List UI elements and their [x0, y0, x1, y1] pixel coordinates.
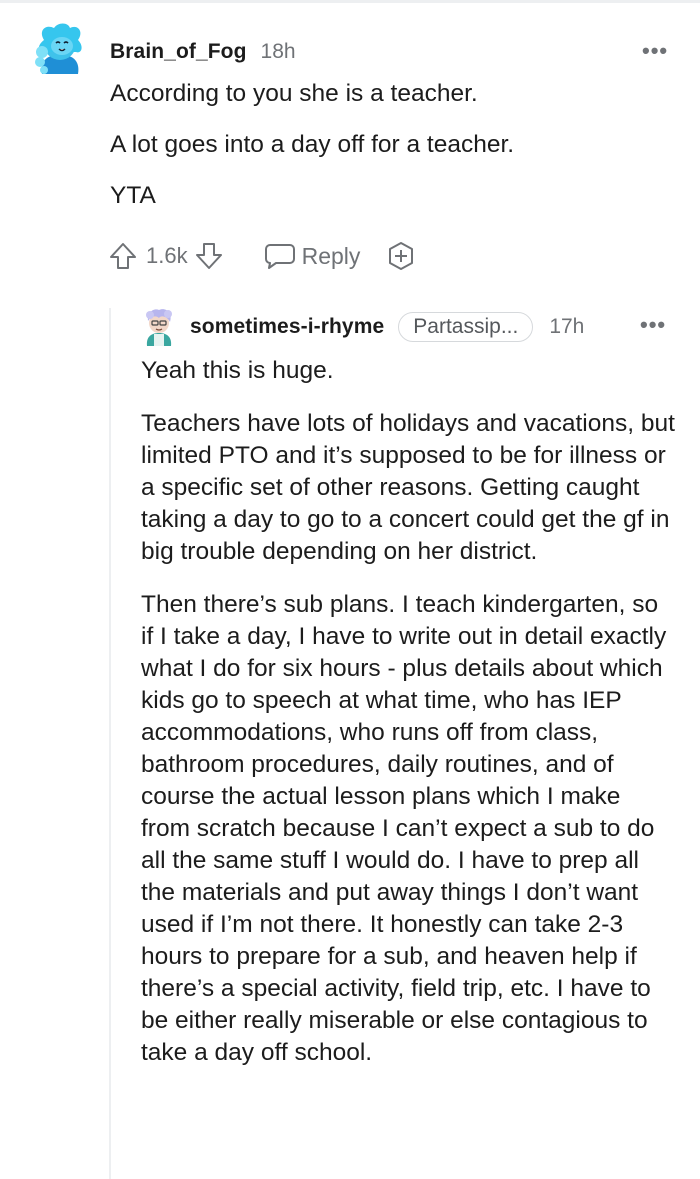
- more-options-icon[interactable]: •••: [642, 40, 668, 62]
- comment-actions: 1.6k Reply: [108, 236, 416, 276]
- username[interactable]: Brain_of_Fog: [110, 40, 247, 64]
- reply-header: sometimes-i-rhyme Partassip... 17h: [190, 312, 584, 342]
- comment-paragraph: According to you she is a teacher.: [110, 80, 478, 107]
- downvote-icon[interactable]: [194, 241, 224, 271]
- more-options-icon[interactable]: •••: [640, 314, 666, 336]
- timestamp[interactable]: 17h: [549, 315, 584, 339]
- reply-paragraph: Yeah this is huge.: [141, 357, 334, 384]
- reply-paragraph: Teachers have lots of holidays and vacat…: [141, 410, 675, 565]
- reply-bubble-icon: [264, 241, 295, 271]
- avatar[interactable]: [141, 306, 177, 348]
- award-button[interactable]: [386, 241, 416, 271]
- award-plus-icon: [386, 241, 416, 271]
- comment-header: Brain_of_Fog 18h: [110, 38, 296, 66]
- reply-label: Reply: [301, 242, 361, 269]
- top-divider: [0, 0, 700, 3]
- upvote-icon[interactable]: [108, 241, 138, 271]
- comment-paragraph: A lot goes into a day off for a teacher.: [110, 131, 515, 158]
- avatar[interactable]: [34, 22, 86, 78]
- reply-body: Yeah this is huge. Teachers have lots of…: [141, 355, 676, 1090]
- reply-button[interactable]: Reply: [264, 241, 361, 271]
- user-flair[interactable]: Partassip...: [398, 312, 534, 342]
- username[interactable]: sometimes-i-rhyme: [190, 315, 384, 339]
- thread-line[interactable]: [109, 308, 111, 1179]
- comment-body: According to you she is a teacher. A lot…: [110, 78, 670, 231]
- timestamp[interactable]: 18h: [261, 40, 296, 64]
- vote-count: 1.6k: [146, 243, 188, 268]
- comment-paragraph: YTA: [110, 182, 156, 209]
- reply-paragraph: Then there’s sub plans. I teach kinderga…: [141, 591, 667, 1066]
